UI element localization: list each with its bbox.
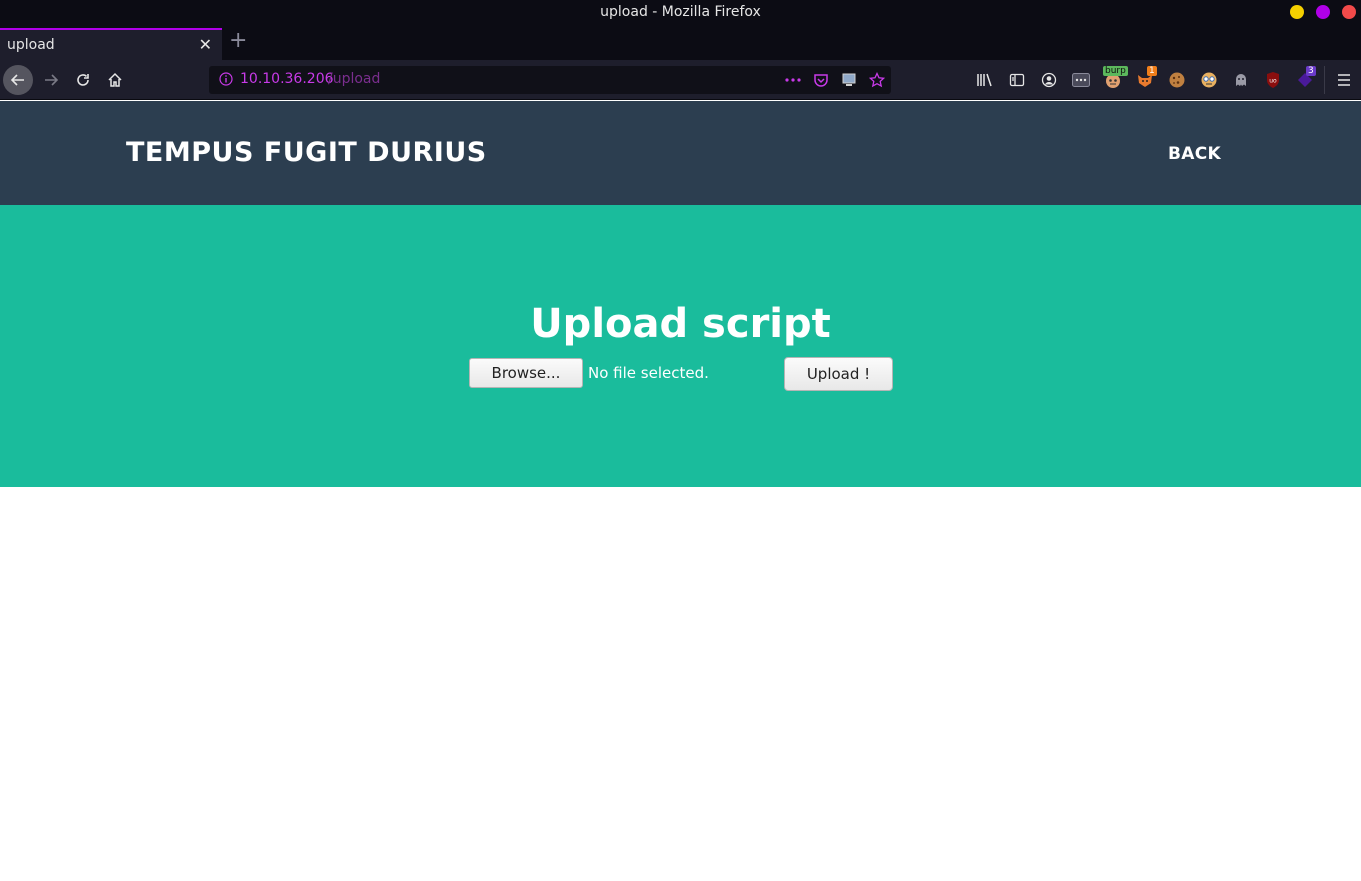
home-button[interactable] <box>100 65 130 95</box>
tab-upload[interactable]: upload ✕ <box>0 28 222 60</box>
pocket-button[interactable] <box>812 71 830 89</box>
extension-dots-icon <box>1072 73 1090 87</box>
nav-toolbar: 10.10.36.206 /upload burp 1 uo 3 <box>0 60 1361 100</box>
menu-button[interactable] <box>1334 70 1354 90</box>
info-icon[interactable] <box>219 72 233 86</box>
library-icon <box>977 73 992 87</box>
account-button[interactable] <box>1039 70 1059 90</box>
close-window-button[interactable] <box>1342 5 1356 19</box>
nerd-face-icon <box>1201 72 1217 88</box>
page-actions-button[interactable] <box>784 71 802 89</box>
upload-section: Upload script Browse... No file selected… <box>0 205 1361 487</box>
burp-badge: burp <box>1103 66 1128 76</box>
reload-button[interactable] <box>68 65 98 95</box>
count-badge: 3 <box>1306 66 1316 76</box>
wappalyzer-button[interactable] <box>1199 70 1219 90</box>
ghost-icon <box>1236 74 1246 86</box>
home-icon <box>108 72 122 87</box>
minimize-button[interactable] <box>1290 5 1304 19</box>
page-title: Upload script <box>530 301 831 347</box>
ellipsis-icon <box>785 78 801 82</box>
cookie-extension-button[interactable] <box>1167 70 1187 90</box>
maximize-button[interactable] <box>1316 5 1330 19</box>
window-titlebar: upload - Mozilla Firefox <box>0 0 1361 26</box>
file-status-text: No file selected. <box>588 364 709 382</box>
reload-icon <box>77 74 89 86</box>
site-header: TEMPUS FUGIT DURIUS BACK <box>0 101 1361 205</box>
url-host: 10.10.36.206 <box>240 71 334 87</box>
url-bar[interactable]: 10.10.36.206 /upload <box>209 66 891 94</box>
ghost-extension-button[interactable] <box>1231 70 1251 90</box>
toolbar-divider <box>1324 66 1325 94</box>
sidebar-button[interactable] <box>1007 70 1027 90</box>
pocket-icon <box>814 74 828 87</box>
site-title[interactable]: TEMPUS FUGIT DURIUS <box>126 137 487 168</box>
cookie-icon <box>1169 72 1185 88</box>
forward-button[interactable] <box>36 65 66 95</box>
arrow-left-icon <box>10 74 24 86</box>
tab-label: upload <box>7 37 55 53</box>
back-link[interactable]: BACK <box>1168 144 1221 164</box>
browse-button[interactable]: Browse... <box>469 358 583 388</box>
url-path: /upload <box>328 71 381 87</box>
back-button[interactable] <box>3 65 33 95</box>
foxyproxy-button[interactable]: 1 <box>1135 66 1157 90</box>
star-icon <box>869 72 885 88</box>
library-button[interactable] <box>975 70 995 90</box>
burp-extension-button[interactable]: burp <box>1103 66 1128 90</box>
window-title: upload - Mozilla Firefox <box>600 4 761 20</box>
svg-text:uo: uo <box>1269 78 1277 85</box>
arrow-right-icon <box>45 74 59 86</box>
screen-button[interactable] <box>840 71 858 89</box>
ublock-button[interactable]: uo <box>1263 70 1283 90</box>
sidebar-icon <box>1009 73 1025 87</box>
monitor-icon <box>842 73 856 86</box>
tab-close-icon[interactable]: ✕ <box>199 35 212 54</box>
extension-count-badge: 1 <box>1147 66 1157 76</box>
hackbar-button[interactable]: 3 <box>1295 66 1316 90</box>
hamburger-icon <box>1338 74 1350 86</box>
account-icon <box>1041 72 1057 88</box>
bookmark-star-button[interactable] <box>868 71 886 89</box>
upload-button[interactable]: Upload ! <box>784 357 893 391</box>
extension-dots-button[interactable] <box>1071 70 1091 90</box>
tab-strip: upload ✕ + <box>0 26 1361 60</box>
new-tab-button[interactable]: + <box>229 29 247 53</box>
shield-icon: uo <box>1267 72 1279 88</box>
